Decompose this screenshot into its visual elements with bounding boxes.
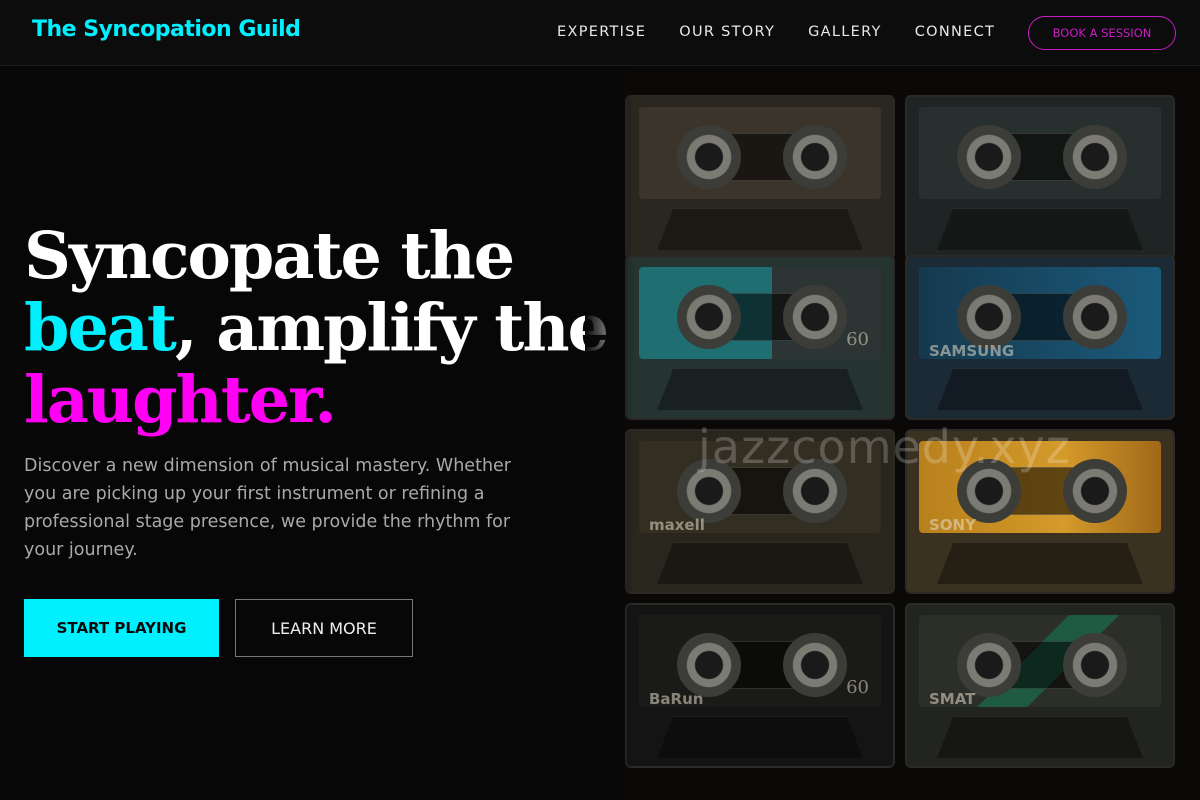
cassette-tape: maxell xyxy=(625,429,895,594)
nav-link-connect[interactable]: CONNECT xyxy=(915,24,995,40)
brand-logo[interactable]: The Syncopation Guild xyxy=(32,17,301,42)
cassette-tape: SMAT xyxy=(905,603,1175,768)
headline-accent-beat: beat xyxy=(24,290,177,366)
hero-subtext: Discover a new dimension of musical mast… xyxy=(24,456,511,560)
nav-link-our-story[interactable]: OUR STORY xyxy=(679,24,775,40)
cassette-tape: BaRun 60 xyxy=(625,603,895,768)
nav-link-gallery[interactable]: GALLERY xyxy=(808,24,882,40)
learn-more-button[interactable]: LEARN MORE xyxy=(235,599,413,657)
cassette-tape: SAMSUNG xyxy=(905,255,1175,420)
book-session-button[interactable]: BOOK A SESSION xyxy=(1028,16,1176,50)
headline-line-2-rest: , amplify the xyxy=(174,290,609,366)
nav-link-expertise[interactable]: EXPERTISE xyxy=(557,24,646,40)
cassette-tapes-image: 60 SAMSUNG maxell SONY BaRun 60 SMAT xyxy=(585,67,1200,800)
hero-buttons: START PLAYING LEARN MORE xyxy=(24,599,604,657)
cassette-tape xyxy=(625,95,895,260)
headline-accent-laughter: laughter. xyxy=(24,362,337,438)
cassette-tape: 60 xyxy=(625,255,895,420)
nav-links: EXPERTISE OUR STORY GALLERY CONNECT xyxy=(557,24,1028,40)
headline-line-1: Syncopate the xyxy=(24,218,515,294)
cassette-tape xyxy=(905,95,1175,260)
hero-content: Syncopate the beat, amplify the laughter… xyxy=(24,218,609,657)
cassette-tape: SONY xyxy=(905,429,1175,594)
hero-headline: Syncopate the beat, amplify the laughter… xyxy=(24,218,609,438)
headline-line-2: beat, amplify the xyxy=(24,290,609,366)
start-playing-button[interactable]: START PLAYING xyxy=(24,599,219,657)
top-nav: The Syncopation Guild EXPERTISE OUR STOR… xyxy=(0,0,1200,66)
